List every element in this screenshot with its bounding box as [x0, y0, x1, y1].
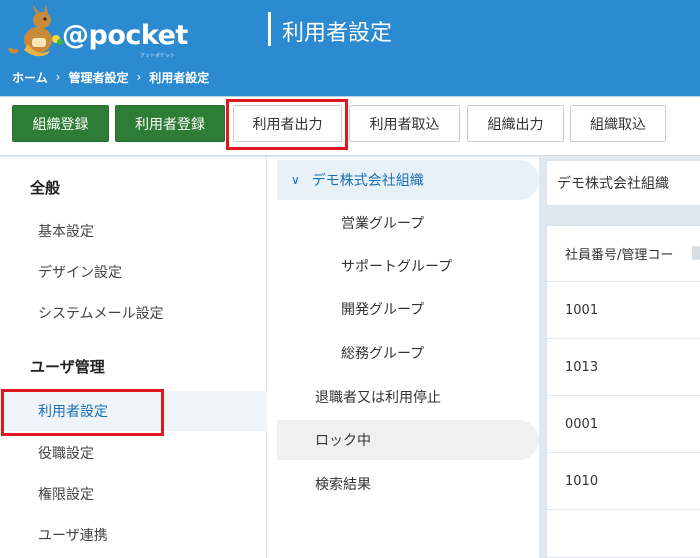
tree-item-locked[interactable]: ロック中	[277, 420, 539, 460]
tree-item-development-group[interactable]: 開発グループ	[341, 289, 424, 329]
sidebar-item-position-settings[interactable]: 役職設定	[0, 433, 267, 473]
sidebar-item-user-settings[interactable]: 利用者設定	[0, 391, 267, 431]
sidebar-item-system-mail-settings[interactable]: システムメール設定	[0, 293, 267, 333]
table-row[interactable]: 1001	[547, 282, 700, 339]
toolbar: 組織登録 利用者登録 利用者出力 利用者取込 組織出力 組織取込	[0, 97, 700, 156]
column-resize-handle[interactable]	[692, 246, 700, 260]
register-user-button[interactable]: 利用者登録	[115, 105, 225, 142]
breadcrumb-separator: ›	[136, 70, 142, 84]
tree-item-support-group[interactable]: サポートグループ	[341, 246, 452, 286]
breadcrumb-separator: ›	[55, 70, 61, 84]
sidebar-heading-user-management: ユーザ管理	[30, 358, 105, 376]
sidebar-item-design-settings[interactable]: デザイン設定	[0, 252, 267, 292]
settings-sidebar: 全般 基本設定 デザイン設定 システムメール設定 ユーザ管理 利用者設定 役職設…	[0, 157, 267, 558]
breadcrumb-current: 利用者設定	[149, 70, 210, 85]
table-row[interactable]: 0001	[547, 396, 700, 453]
register-organization-button[interactable]: 組織登録	[12, 105, 109, 142]
table-row[interactable]: 1013	[547, 339, 700, 396]
page-title: 利用者設定	[282, 21, 393, 46]
import-organization-button[interactable]: 組織取込	[570, 105, 666, 142]
sidebar-item-permission-settings[interactable]: 権限設定	[0, 474, 267, 514]
sidebar-heading-general: 全般	[30, 179, 61, 197]
tree-item-search-results[interactable]: 検索結果	[315, 464, 371, 504]
tree-item-general-affairs-group[interactable]: 総務グループ	[341, 333, 424, 373]
table-row[interactable]: 1010	[547, 453, 700, 510]
tree-item-sales-group[interactable]: 営業グループ	[341, 203, 424, 243]
breadcrumb: ホーム › 管理者設定 › 利用者設定	[12, 68, 209, 86]
sidebar-item-basic-settings[interactable]: 基本設定	[0, 211, 267, 251]
tree-item-label: デモ株式会社組織	[311, 173, 424, 189]
logo-subtext: アットポケット	[140, 53, 176, 59]
import-users-button[interactable]: 利用者取込	[349, 105, 460, 142]
breadcrumb-home[interactable]: ホーム	[12, 69, 48, 86]
logo-text: @pocket	[62, 20, 188, 51]
title-divider	[268, 12, 271, 46]
export-users-button[interactable]: 利用者出力	[233, 105, 342, 142]
app-header: @pocket アットポケット 利用者設定 ホーム › 管理者設定 › 利用者設…	[0, 0, 700, 97]
selected-organization: デモ株式会社組織	[546, 160, 700, 206]
chevron-down-icon[interactable]: ∨	[291, 173, 300, 187]
tree-item-retired-or-suspended[interactable]: 退職者又は利用停止	[315, 377, 441, 417]
export-organization-button[interactable]: 組織出力	[467, 105, 564, 142]
column-header-employee-number[interactable]: 社員番号/管理コー	[547, 226, 700, 282]
organization-tree: ∨ デモ株式会社組織 営業グループ サポートグループ 開発グループ 総務グループ…	[267, 157, 539, 558]
breadcrumb-admin-settings[interactable]: 管理者設定	[68, 69, 128, 86]
tree-item-root-organization[interactable]: ∨ デモ株式会社組織	[277, 160, 539, 200]
user-table: 社員番号/管理コー 1001 1013 0001 1010	[546, 225, 700, 558]
sidebar-item-user-integration[interactable]: ユーザ連携	[0, 515, 267, 555]
